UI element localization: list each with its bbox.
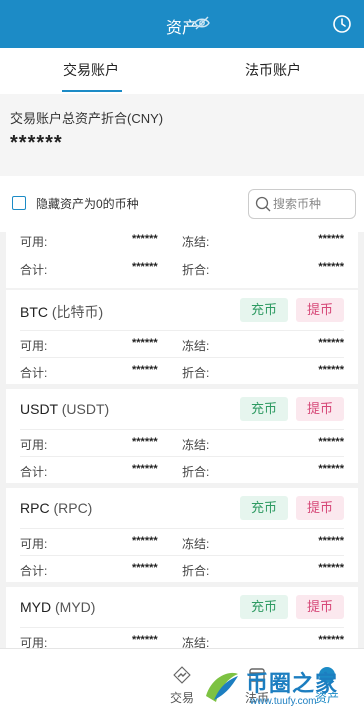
asset-card-partial: 可用: ****** 冻结: ****** 合计: ****** 折合: ***… (6, 232, 358, 288)
available-label: 可用: (20, 537, 48, 551)
search-icon (255, 196, 271, 212)
coin-name: BTC (比特币) (20, 304, 104, 320)
available-label: 可用: (20, 636, 48, 648)
converted-label: 折合: (182, 366, 210, 380)
asset-card-usdt[interactable]: USDT (USDT) 充币 提币 可用: ****** 冻结: ****** … (6, 389, 358, 483)
total-value: ****** (132, 463, 158, 475)
total-assets-summary: 交易账户总资产折合(CNY) ****** (0, 94, 364, 176)
asset-card-header: USDT (USDT) 充币 提币 (6, 389, 358, 429)
converted-value: ****** (318, 261, 344, 273)
tab-trading-account[interactable]: 交易账户 (0, 48, 182, 94)
asset-card-header: BTC (比特币) 充币 提币 (6, 290, 358, 330)
coin-name: USDT (USDT) (20, 401, 110, 417)
asset-row: 可用: ****** 冻结: ****** (6, 232, 358, 250)
converted-label: 折合: (182, 263, 210, 277)
total-label: 合计: (20, 465, 48, 479)
withdraw-button[interactable]: 提币 (296, 298, 344, 322)
total-assets-value: ****** (10, 132, 63, 154)
frozen-value: ****** (318, 436, 344, 448)
asset-row: 可用: ****** 冻结: ****** (6, 334, 358, 354)
search-input[interactable] (273, 195, 351, 213)
available-value: ****** (132, 436, 158, 448)
asset-row: 合计: ****** 折合: ****** (6, 361, 358, 381)
asset-card-header: MYD (MYD) 充币 提币 (6, 587, 358, 627)
available-value: ****** (132, 634, 158, 646)
available-value: ****** (132, 535, 158, 547)
asset-card-rpc[interactable]: RPC (RPC) 充币 提币 可用: ****** 冻结: ****** 合计… (6, 488, 358, 582)
deposit-button[interactable]: 充币 (240, 595, 288, 619)
asset-card-myd[interactable]: MYD (MYD) 充币 提币 可用: ****** 冻结: ****** 合计… (6, 587, 358, 648)
app-header: 资产 (0, 0, 364, 48)
asset-row: 可用: ****** 冻结: ****** (6, 631, 358, 648)
coin-name: MYD (MYD) (20, 599, 96, 615)
watermark-logo-icon (206, 672, 238, 702)
frozen-value: ****** (318, 634, 344, 646)
withdraw-button[interactable]: 提币 (296, 496, 344, 520)
converted-value: ****** (318, 364, 344, 376)
divider (20, 627, 344, 628)
divider (20, 357, 344, 358)
page-title: 资产 (165, 20, 198, 37)
asset-card-header: RPC (RPC) 充币 提币 (6, 488, 358, 528)
history-clock-icon[interactable] (332, 14, 352, 34)
coin-name: RPC (RPC) (20, 500, 93, 516)
converted-label: 折合: (182, 465, 210, 479)
divider (20, 555, 344, 556)
frozen-value: ****** (318, 535, 344, 547)
available-label: 可用: (20, 235, 48, 249)
divider (20, 330, 344, 331)
divider (20, 456, 344, 457)
available-label: 可用: (20, 438, 48, 452)
total-value: ****** (132, 364, 158, 376)
asset-row: 合计: ****** 折合: ****** (6, 559, 358, 579)
search-box[interactable] (248, 189, 356, 219)
hide-zero-label[interactable]: 隐藏资产为0的币种 (36, 195, 139, 212)
nav-trade[interactable]: 交易 (157, 665, 207, 711)
converted-label: 折合: (182, 564, 210, 578)
asset-list: 可用: ****** 冻结: ****** 合计: ****** 折合: ***… (6, 232, 358, 648)
tab-fiat-account[interactable]: 法币账户 (182, 48, 364, 94)
frozen-value: ****** (318, 233, 344, 245)
total-value: ****** (132, 261, 158, 273)
total-label: 合计: (20, 564, 48, 578)
available-value: ****** (132, 233, 158, 245)
filter-bar: 隐藏资产为0的币种 (0, 176, 364, 232)
hide-zero-checkbox[interactable] (12, 196, 26, 210)
frozen-label: 冻结: (182, 438, 210, 452)
total-value: ****** (132, 562, 158, 574)
frozen-value: ****** (318, 337, 344, 349)
withdraw-button[interactable]: 提币 (296, 595, 344, 619)
available-value: ****** (132, 337, 158, 349)
watermark: 币圈之家 www.tuufy.com (202, 664, 362, 712)
converted-value: ****** (318, 562, 344, 574)
asset-card-btc[interactable]: BTC (比特币) 充币 提币 可用: ****** 冻结: ****** 合计… (6, 290, 358, 384)
total-label: 合计: (20, 366, 48, 380)
divider (20, 429, 344, 430)
frozen-label: 冻结: (182, 339, 210, 353)
asset-row: 可用: ****** 冻结: ****** (6, 433, 358, 453)
asset-row: 可用: ****** 冻结: ****** (6, 532, 358, 552)
withdraw-button[interactable]: 提币 (296, 397, 344, 421)
total-assets-label: 交易账户总资产折合(CNY) (10, 111, 164, 126)
trade-icon (173, 666, 191, 684)
frozen-label: 冻结: (182, 235, 210, 249)
deposit-button[interactable]: 充币 (240, 397, 288, 421)
frozen-label: 冻结: (182, 537, 210, 551)
total-label: 合计: (20, 263, 48, 277)
eye-off-icon[interactable] (194, 16, 210, 30)
frozen-label: 冻结: (182, 636, 210, 648)
deposit-button[interactable]: 充币 (240, 298, 288, 322)
nav-trade-label: 交易 (169, 691, 194, 705)
available-label: 可用: (20, 339, 48, 353)
deposit-button[interactable]: 充币 (240, 496, 288, 520)
watermark-url: www.tuufy.com (250, 696, 317, 707)
watermark-brand: 币圈之家 (246, 671, 339, 696)
divider (20, 528, 344, 529)
account-tabs: 交易账户 法币账户 (0, 48, 364, 94)
asset-row: 合计: ****** 折合: ****** (6, 460, 358, 480)
converted-value: ****** (318, 463, 344, 475)
asset-row: 合计: ****** 折合: ****** (6, 258, 358, 278)
